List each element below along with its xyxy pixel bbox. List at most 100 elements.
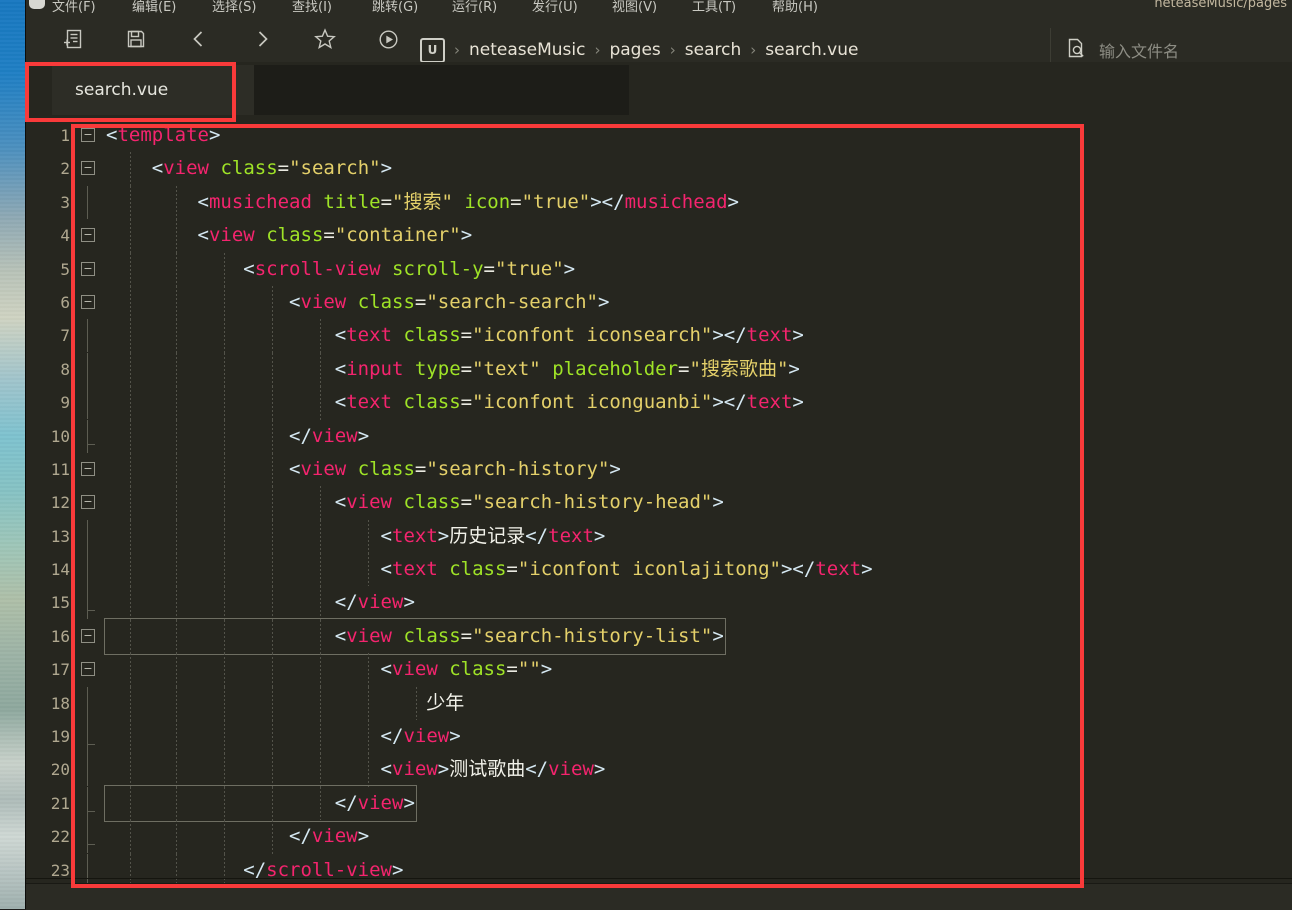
code-text: <template> (106, 124, 221, 146)
back-icon[interactable] (184, 25, 214, 53)
tab-label: search.vue (75, 80, 169, 100)
line-number: 4 (60, 226, 70, 246)
code-line[interactable]: 17− <view class=""> (26, 653, 1292, 687)
line-number: 1 (60, 126, 70, 145)
breadcrumb-separator: › (750, 41, 757, 59)
code-text: <view class="container"> (197, 224, 473, 247)
code-line[interactable]: 18 少年 (26, 686, 1292, 721)
code-line[interactable]: 9 <text class="iconfont iconguanbi"></te… (26, 386, 1292, 420)
line-number: 9 (60, 393, 70, 413)
forward-icon[interactable] (247, 25, 277, 53)
line-number: 6 (60, 292, 70, 312)
menu-item-1[interactable]: 编辑(E) (132, 0, 176, 14)
code-line[interactable]: 8 <input type="text" placeholder="搜索歌曲"> (26, 352, 1292, 387)
fold-toggle-icon[interactable]: − (81, 495, 95, 510)
line-number: 3 (60, 192, 70, 212)
code-line[interactable]: 16− <view class="search-history-list"> (26, 617, 1292, 656)
menu-item-5[interactable]: 运行(R) (452, 0, 497, 14)
tab-strip-empty-area (254, 65, 629, 115)
fold-guide-tick (81, 720, 95, 754)
line-number: 13 (50, 526, 70, 546)
code-text: <view>测试歌曲</view> (380, 758, 606, 781)
menu-item-2[interactable]: 选择(S) (212, 0, 256, 14)
menu-bar: 文件(F) 编辑(E) 选择(S) 查找(I) 跳转(G) 运行(R) 发行(U) 视图(V)… (26, 0, 1292, 14)
line-number: 11 (50, 459, 70, 479)
code-line[interactable]: 12− <view class="search-history-head"> (26, 486, 1292, 520)
code-text: </view> (334, 591, 415, 614)
code-text: <text>历史记录</text> (380, 524, 606, 547)
menu-item-7[interactable]: 视图(V) (612, 0, 657, 14)
code-text: </view> (289, 424, 370, 447)
code-line[interactable]: 21 </view> (26, 784, 1292, 823)
tab-search-vue[interactable]: search.vue (52, 65, 254, 115)
menu-item-8[interactable]: 工具(T) (692, 0, 736, 14)
menu-item-0[interactable]: 文件(F) (52, 0, 96, 14)
code-line[interactable]: 5− <scroll-view scroll-y="true"> (26, 252, 1292, 286)
fold-guide-tick (81, 419, 95, 453)
code-text: <view class="search-history"> (289, 457, 621, 480)
fold-toggle-icon[interactable]: − (81, 161, 95, 176)
line-number: 14 (50, 560, 70, 580)
code-line[interactable]: 13 <text>历史记录</text> (26, 519, 1292, 554)
code-line[interactable]: 15 </view> (26, 586, 1292, 620)
filename-search-placeholder: 输入文件名 (1099, 41, 1180, 61)
fold-toggle-icon[interactable]: − (81, 228, 95, 243)
fold-guide-tick (81, 786, 95, 820)
menu-item-3[interactable]: 查找(I) (292, 0, 332, 14)
code-line[interactable]: 7 <text class="iconfont iconsearch"></te… (26, 319, 1292, 353)
menu-item-4[interactable]: 跳转(G) (372, 0, 418, 14)
editor-bottom-divider (26, 878, 1292, 879)
fold-guide (81, 185, 95, 219)
code-line[interactable]: 14 <text class="iconfont iconlajitong"><… (26, 553, 1292, 587)
code-line[interactable]: 22 </view> (26, 820, 1292, 854)
fold-guide (81, 352, 95, 386)
code-line[interactable]: 20 <view>测试歌曲</view> (26, 753, 1292, 787)
fold-toggle-icon[interactable]: − (81, 294, 95, 309)
code-editor[interactable]: 1− <template> 2− <view class="search"> 3 <m… (26, 119, 1292, 883)
code-text: </view> (380, 725, 461, 748)
project-logo-icon: U (420, 37, 445, 63)
code-text: <view class="search-history-list"> (104, 617, 726, 656)
line-number: 17 (50, 660, 70, 680)
save-icon[interactable] (121, 25, 151, 53)
code-text: </view> (104, 784, 417, 823)
code-line[interactable]: 1− <template> (26, 119, 1292, 152)
code-text: <view class="search"> (151, 157, 393, 180)
line-number: 21 (50, 793, 70, 813)
tab-strip: search.vue (26, 62, 1292, 120)
run-icon[interactable] (373, 25, 403, 53)
code-text: <view class="search-search"> (289, 290, 610, 313)
fold-toggle-icon[interactable]: − (81, 261, 95, 276)
fold-toggle-icon[interactable]: − (81, 128, 95, 142)
code-text: </view> (289, 825, 370, 848)
code-text: <view class="search-history-head"> (334, 491, 724, 514)
line-number: 22 (50, 827, 70, 847)
line-number: 19 (50, 727, 70, 747)
toolbar: U › neteaseMusic › pages › search › sear… (26, 14, 1292, 73)
fold-toggle-icon[interactable]: − (81, 461, 95, 476)
breadcrumb-item-project[interactable]: neteaseMusic (469, 40, 585, 60)
fold-toggle-icon[interactable]: − (81, 662, 95, 677)
code-line[interactable]: 19 </view> (26, 720, 1292, 754)
code-line[interactable]: 6− <view class="search-search"> (26, 285, 1292, 320)
menu-item-9[interactable]: 帮助(H) (772, 0, 818, 14)
fold-toggle-icon[interactable]: − (81, 628, 95, 643)
line-number: 15 (50, 593, 70, 613)
code-line[interactable]: 2− <view class="search"> (26, 152, 1292, 186)
code-line[interactable]: 10 </view> (26, 419, 1292, 453)
new-file-icon[interactable] (58, 25, 88, 53)
code-text: <text class="iconfont iconsearch"></text… (334, 324, 804, 347)
breadcrumb-item-search[interactable]: search (685, 40, 741, 60)
fold-guide (81, 686, 95, 720)
code-line[interactable]: 3 <musichead title="搜索" icon="true"></mu… (26, 185, 1292, 220)
line-number: 10 (50, 426, 70, 446)
breadcrumb-item-file[interactable]: search.vue (765, 40, 858, 60)
code-line[interactable]: 11− <view class="search-history"> (26, 452, 1292, 487)
star-icon[interactable] (310, 25, 340, 53)
line-number: 20 (50, 760, 70, 780)
code-line[interactable]: 4− <view class="container"> (26, 219, 1292, 253)
hbuilderx-window: 文件(F) 编辑(E) 选择(S) 查找(I) 跳转(G) 运行(R) 发行(U) 视图(V)… (25, 0, 1292, 910)
code-text: <scroll-view scroll-y="true"> (243, 257, 576, 280)
breadcrumb-item-pages[interactable]: pages (609, 40, 660, 60)
menu-item-6[interactable]: 发行(U) (532, 0, 578, 14)
